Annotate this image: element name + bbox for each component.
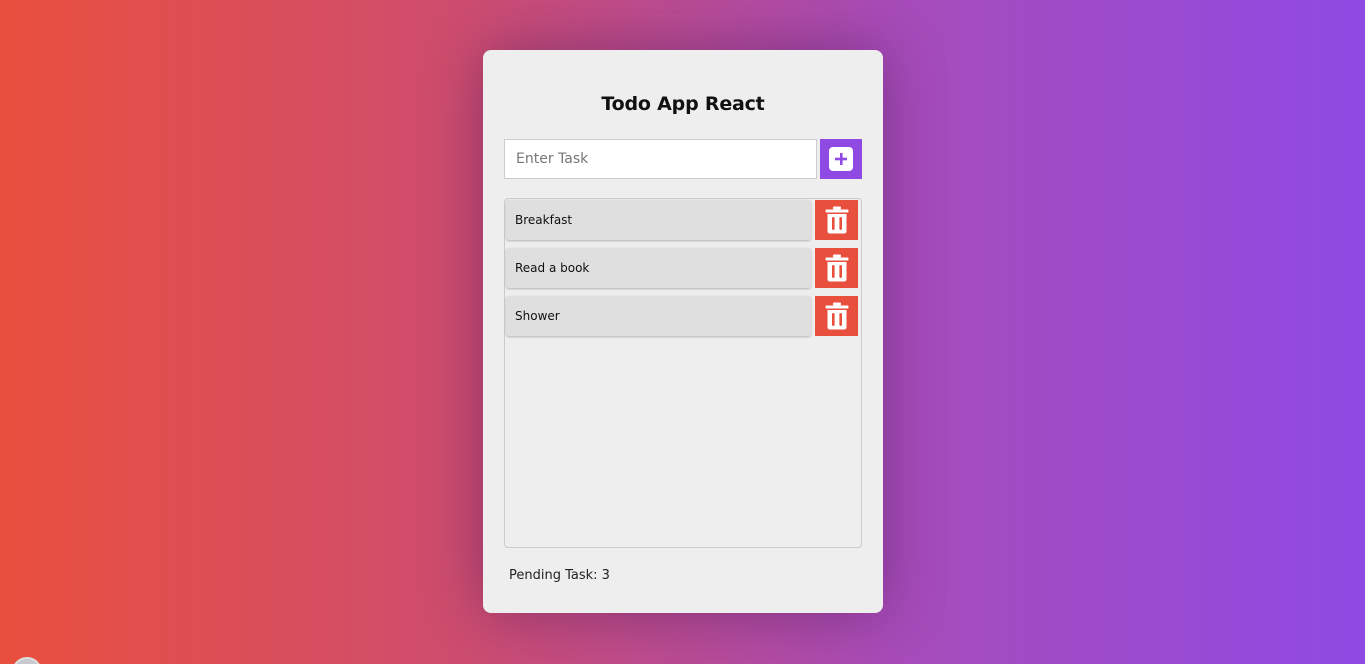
todo-item: Shower [505, 296, 861, 336]
trash-icon [825, 302, 848, 330]
app-title: Todo App React [601, 93, 765, 115]
trash-icon [825, 206, 848, 234]
todo-card: Todo App React Breakfast [483, 50, 883, 613]
task-input[interactable] [504, 139, 817, 179]
delete-task-button[interactable] [815, 200, 858, 240]
corner-avatar[interactable] [12, 657, 42, 664]
todo-item: Read a book [505, 248, 861, 288]
trash-icon [825, 254, 848, 282]
todo-item-label: Breakfast [506, 200, 811, 240]
task-input-row [504, 139, 862, 179]
delete-task-button[interactable] [815, 248, 858, 288]
todo-item-label: Read a book [506, 248, 811, 288]
add-task-button[interactable] [820, 139, 862, 179]
todo-list: Breakfast Read a book Shower [504, 198, 862, 548]
pending-task-count: Pending Task: 3 [509, 568, 610, 583]
delete-task-button[interactable] [815, 296, 858, 336]
todo-item: Breakfast [505, 200, 861, 240]
todo-item-label: Shower [506, 296, 811, 336]
plus-square-icon [829, 147, 853, 171]
